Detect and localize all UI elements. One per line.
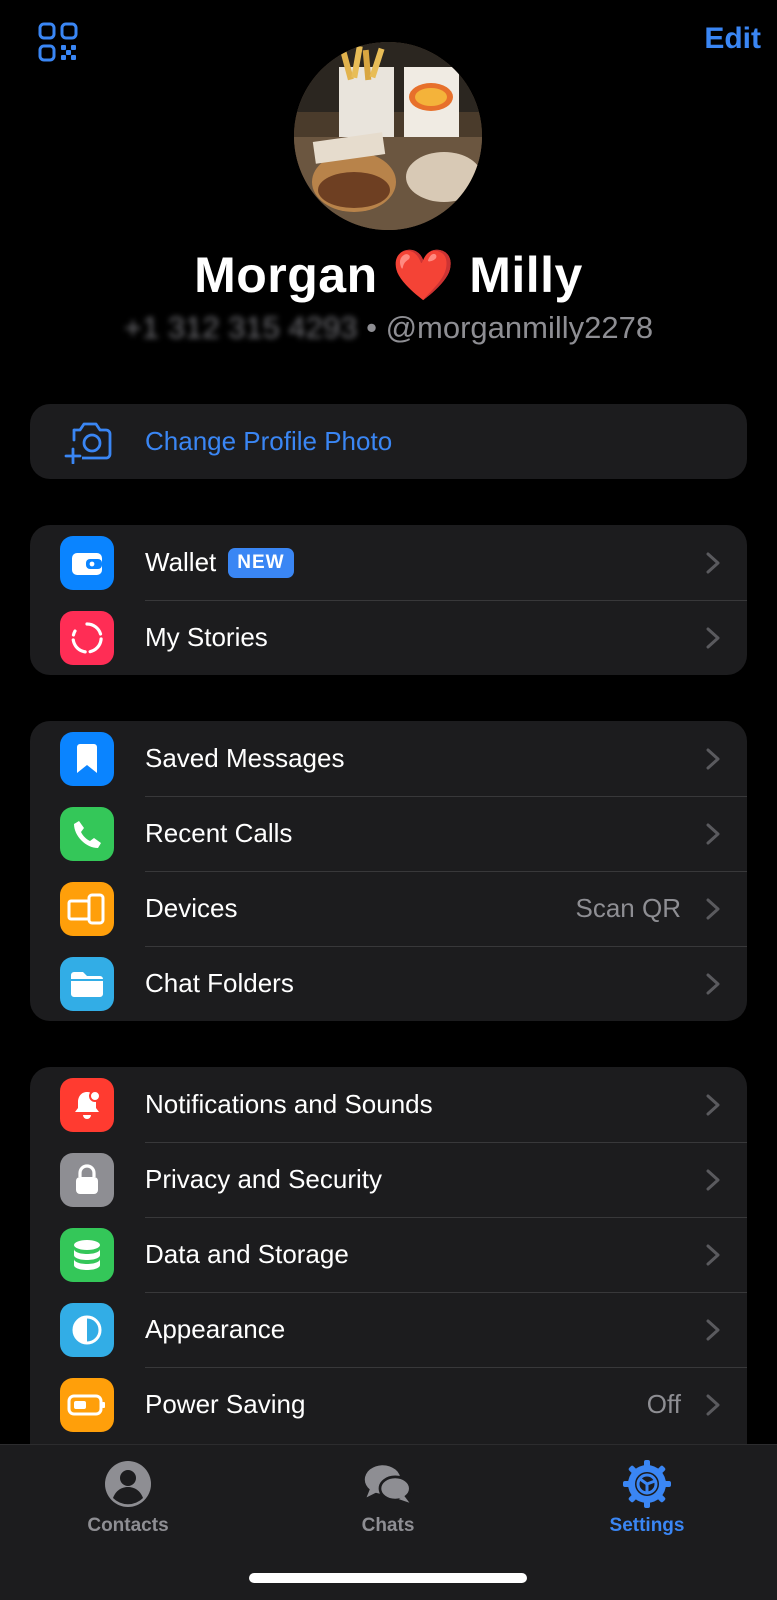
devices-value: Scan QR [575,893,682,923]
person-icon [105,1461,151,1507]
qr-code-icon[interactable] [38,22,78,62]
my-stories-label: My Stories [145,622,268,652]
data-storage-label: Data and Storage [145,1239,349,1269]
tab-settings-label: Settings [609,1515,685,1536]
wallet-label: Wallet NEW [145,547,294,578]
new-badge: NEW [228,548,294,578]
separator: • [357,310,386,345]
battery-icon [60,1378,114,1432]
data-storage-row[interactable]: Data and Storage [30,1217,747,1292]
tab-settings[interactable]: Settings [567,1459,727,1537]
name-first: Morgan [194,247,378,303]
phone-icon [60,807,114,861]
settings-group-messages: Saved Messages Recent Calls Devices Scan… [30,721,747,1021]
chevron-right-icon [706,748,720,770]
privacy-label: Privacy and Security [145,1164,382,1194]
lock-icon [60,1153,114,1207]
phone-number: +1 312 315 4293 [123,310,358,345]
chevron-right-icon [706,973,720,995]
devices-row[interactable]: Devices Scan QR [30,871,747,946]
chat-folders-row[interactable]: Chat Folders [30,946,747,1021]
home-indicator[interactable] [249,1573,527,1583]
name-last: Milly [469,247,583,303]
chevron-right-icon [706,552,720,574]
chat-bubbles-icon [364,1465,412,1503]
heart-emoji: ❤️ [392,247,455,303]
tab-bar: Contacts Chats Settings [0,1444,777,1600]
chat-folders-label: Chat Folders [145,968,294,998]
chevron-right-icon [706,898,720,920]
gear-icon [623,1460,671,1508]
tab-contacts-label: Contacts [87,1515,169,1536]
camera-add-icon [60,415,114,469]
saved-messages-row[interactable]: Saved Messages [30,721,747,796]
profile-subtitle: +1 312 315 4293 • @morganmilly2278 [0,310,777,346]
devices-icon [60,882,114,936]
contrast-icon [60,1303,114,1357]
chevron-right-icon [706,1094,720,1116]
chevron-right-icon [706,1319,720,1341]
wallet-row[interactable]: Wallet NEW [30,525,747,600]
appearance-row[interactable]: Appearance [30,1292,747,1367]
chevron-right-icon [706,823,720,845]
tab-chats[interactable]: Chats [308,1459,468,1537]
username[interactable]: @morganmilly2278 [386,310,654,345]
avatar-photo [294,42,482,230]
tab-contacts[interactable]: Contacts [48,1459,208,1537]
devices-label: Devices [145,893,238,923]
change-profile-photo-button[interactable]: Change Profile Photo [30,404,747,479]
recent-calls-row[interactable]: Recent Calls [30,796,747,871]
database-icon [60,1228,114,1282]
my-stories-row[interactable]: My Stories [30,600,747,675]
chevron-right-icon [706,1394,720,1416]
stories-icon [60,611,114,665]
chevron-right-icon [706,1244,720,1266]
change-profile-photo-label: Change Profile Photo [145,426,393,456]
edit-button[interactable]: Edit [704,22,761,56]
privacy-row[interactable]: Privacy and Security [30,1142,747,1217]
bookmark-icon [60,732,114,786]
power-saving-value: Off [646,1389,681,1419]
wallet-icon [60,536,114,590]
notifications-label: Notifications and Sounds [145,1089,433,1119]
chevron-right-icon [706,627,720,649]
avatar[interactable] [294,42,482,230]
profile-name: Morgan ❤️ Milly [0,246,777,305]
tab-chats-label: Chats [361,1515,415,1536]
bell-icon [60,1078,114,1132]
recent-calls-label: Recent Calls [145,818,293,848]
saved-messages-label: Saved Messages [145,743,345,773]
power-saving-row[interactable]: Power Saving Off [30,1367,747,1442]
settings-group-wallet: Wallet NEW My Stories [30,525,747,675]
power-saving-label: Power Saving [145,1389,306,1419]
settings-group-preferences: Notifications and Sounds Privacy and Sec… [30,1067,747,1445]
folder-icon [60,957,114,1011]
appearance-label: Appearance [145,1314,286,1344]
notifications-row[interactable]: Notifications and Sounds [30,1067,747,1142]
chevron-right-icon [706,1169,720,1191]
